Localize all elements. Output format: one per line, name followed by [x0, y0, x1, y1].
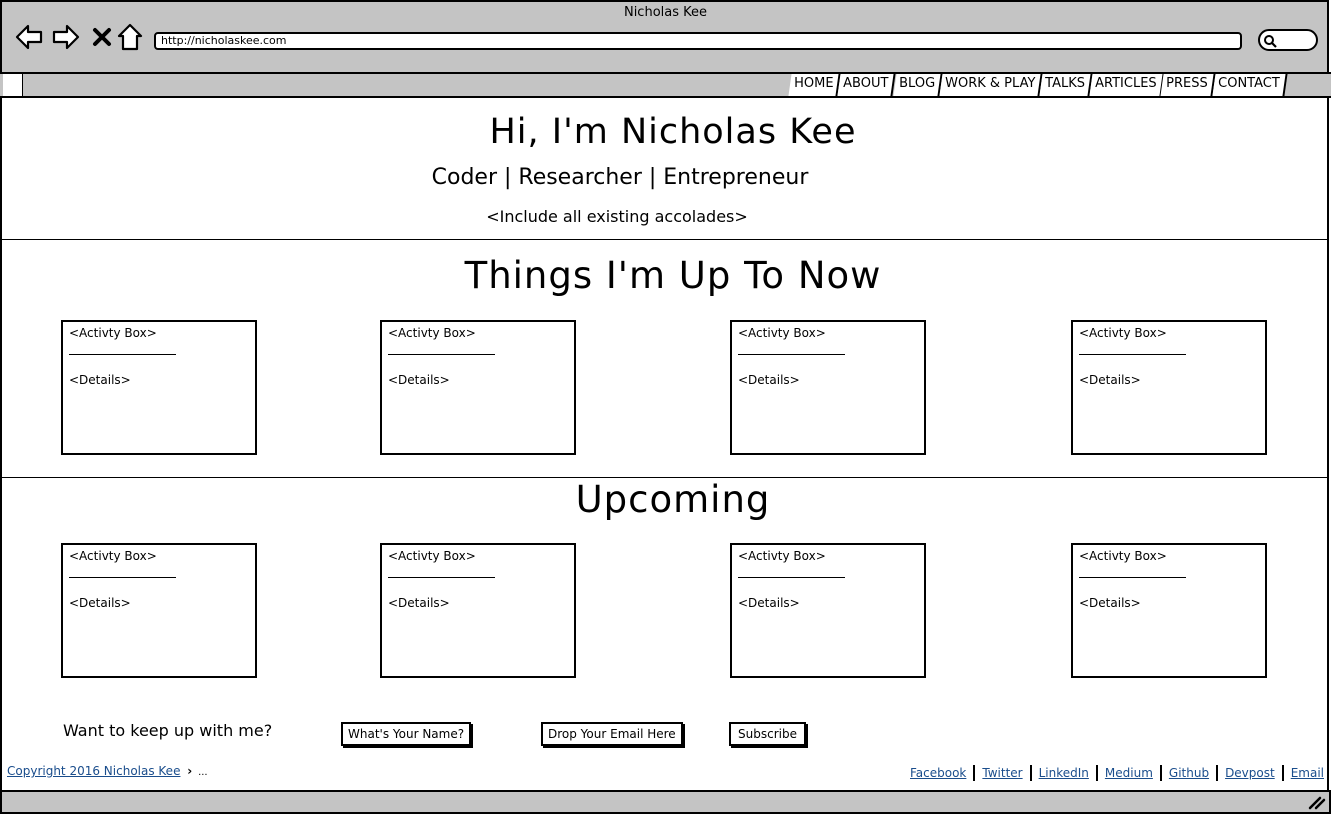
browser-search-field[interactable] [1258, 29, 1318, 51]
name-field[interactable]: What's Your Name? [341, 722, 472, 746]
activity-title: <Activty Box> [738, 549, 826, 563]
subscribe-prompt: Want to keep up with me? [63, 721, 273, 740]
resize-grip-icon[interactable] [1308, 795, 1326, 810]
now-activity-box-4: <Activty Box> <Details> [1071, 320, 1267, 455]
tab-articles[interactable]: ARTICLES [1089, 74, 1164, 96]
link-separator [1159, 764, 1162, 781]
now-activity-box-2: <Activty Box> <Details> [380, 320, 576, 455]
activity-divider [1079, 577, 1186, 578]
linkedin-link[interactable]: LinkedIn [1039, 766, 1089, 780]
email-field[interactable]: Drop Your Email Here [541, 722, 683, 746]
facebook-link[interactable]: Facebook [910, 766, 966, 780]
activity-details: <Details> [388, 596, 450, 610]
medium-link[interactable]: Medium [1105, 766, 1153, 780]
hero-heading: Hi, I'm Nicholas Kee [489, 112, 857, 152]
upcoming-heading: Upcoming [575, 478, 771, 521]
close-x-icon[interactable] [88, 22, 118, 52]
activity-title: <Activty Box> [69, 326, 157, 340]
tab-press[interactable]: PRESS [1160, 74, 1216, 96]
activity-title: <Activty Box> [388, 326, 476, 340]
upcoming-activity-box-3: <Activty Box> <Details> [730, 543, 926, 678]
activity-details: <Details> [1079, 373, 1141, 387]
activity-title: <Activty Box> [1079, 549, 1167, 563]
hero-roles: Coder | Researcher | Entrepreneur [431, 165, 809, 190]
now-activity-box-3: <Activty Box> <Details> [730, 320, 926, 455]
github-link[interactable]: Github [1169, 766, 1209, 780]
activity-title: <Activty Box> [388, 549, 476, 563]
link-separator [1029, 764, 1032, 781]
activity-title: <Activty Box> [1079, 326, 1167, 340]
activity-title: <Activty Box> [738, 326, 826, 340]
section-divider [2, 239, 1327, 240]
upcoming-activity-box-2: <Activty Box> <Details> [380, 543, 576, 678]
nav-tabs: HOME ABOUT BLOG WORK & PLAY TALKS ARTICL… [788, 74, 1288, 96]
social-links: Facebook Twitter LinkedIn Medium Github Devpo… [872, 762, 1324, 781]
hero-accolades: <Include all existing accolades> [486, 207, 748, 226]
subscribe-button[interactable]: Subscribe [729, 722, 806, 746]
activity-details: <Details> [738, 373, 800, 387]
activity-divider [69, 577, 176, 578]
tab-bar-corner [3, 74, 23, 96]
now-activity-box-1: <Activty Box> <Details> [61, 320, 257, 455]
activity-title: <Activty Box> [69, 549, 157, 563]
email-link[interactable]: Email [1291, 766, 1324, 780]
activity-divider [69, 354, 176, 355]
copyright-link[interactable]: Copyright 2016 Nicholas Kee [7, 764, 180, 778]
devpost-link[interactable]: Devpost [1225, 766, 1275, 780]
tab-home[interactable]: HOME [788, 74, 841, 96]
upcoming-activity-box-1: <Activty Box> <Details> [61, 543, 257, 678]
tab-about[interactable]: ABOUT [837, 74, 897, 96]
activity-details: <Details> [69, 596, 131, 610]
link-separator [1281, 764, 1284, 781]
home-icon[interactable] [115, 22, 145, 52]
breadcrumb: Copyright 2016 Nicholas Kee › ... [7, 764, 208, 778]
breadcrumb-more[interactable]: ... [198, 767, 208, 778]
tab-talks[interactable]: TALKS [1039, 74, 1093, 96]
forward-arrow-icon[interactable] [51, 22, 81, 52]
activity-details: <Details> [388, 373, 450, 387]
activity-details: <Details> [1079, 596, 1141, 610]
link-separator [1095, 764, 1098, 781]
link-separator [1216, 764, 1219, 781]
back-arrow-icon[interactable] [14, 22, 44, 52]
upcoming-activity-box-4: <Activty Box> <Details> [1071, 543, 1267, 678]
tab-work-and-play[interactable]: WORK & PLAY [939, 74, 1043, 96]
search-icon [1264, 35, 1277, 48]
twitter-link[interactable]: Twitter [982, 766, 1022, 780]
window-title: Nicholas Kee [623, 5, 708, 20]
address-bar[interactable]: http://nicholaskee.com [154, 32, 1242, 50]
tab-blog[interactable]: BLOG [893, 74, 943, 96]
activity-divider [1079, 354, 1186, 355]
activity-divider [738, 577, 845, 578]
status-bar [0, 790, 1331, 814]
activity-divider [738, 354, 845, 355]
chevron-right-icon: › [187, 764, 193, 778]
activity-details: <Details> [69, 373, 131, 387]
now-heading: Things I'm Up To Now [464, 254, 882, 297]
activity-divider [388, 354, 495, 355]
link-separator [973, 764, 976, 781]
activity-divider [388, 577, 495, 578]
activity-details: <Details> [738, 596, 800, 610]
tab-contact[interactable]: CONTACT [1212, 74, 1288, 96]
